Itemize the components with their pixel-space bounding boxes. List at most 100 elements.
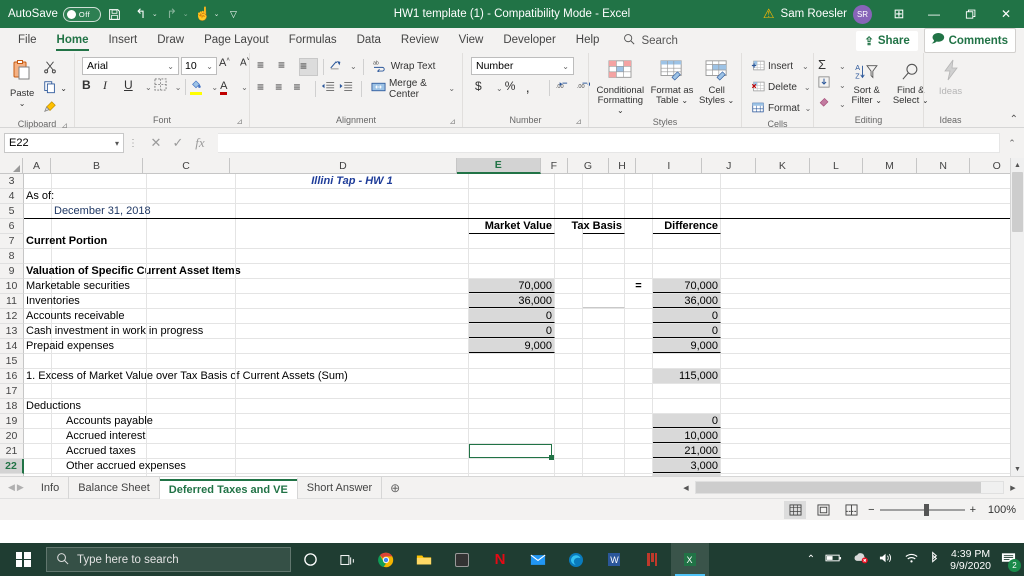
autosave-toggle[interactable]: AutoSave Off [8, 6, 101, 22]
column-header-j[interactable]: J [702, 158, 757, 174]
cell-A9[interactable]: Valuation of Specific Current Asset Item… [24, 264, 241, 278]
vertical-scrollbar[interactable]: ▲ ▼ [1010, 158, 1024, 476]
cell-H18[interactable] [625, 399, 653, 413]
cell-C15[interactable] [147, 354, 236, 368]
clear-button[interactable] [818, 95, 837, 113]
cell-B14[interactable] [52, 339, 147, 353]
tab-review[interactable]: Review [391, 28, 449, 53]
column-header-h[interactable]: H [608, 158, 637, 174]
underline-button[interactable]: U [124, 78, 143, 96]
save-icon[interactable] [103, 2, 127, 26]
row-header-5[interactable]: 5 [0, 204, 24, 219]
font-color-button[interactable]: A [220, 78, 239, 96]
cell-D22[interactable] [236, 459, 469, 473]
column-header-k[interactable]: K [756, 158, 810, 174]
cell-F21[interactable] [555, 444, 583, 458]
row-header-21[interactable]: 21 [0, 444, 24, 459]
zoom-in-button[interactable]: + [970, 504, 976, 516]
cell-I15[interactable] [653, 354, 721, 368]
autosave-switch[interactable]: Off [62, 6, 101, 22]
excel-icon[interactable]: X [671, 543, 709, 576]
delete-cells-dropdown-icon[interactable]: ⌄ [804, 83, 811, 92]
zoom-out-button[interactable]: − [868, 504, 874, 516]
conditional-formatting-dropdown-icon[interactable]: ⌄ [617, 106, 624, 115]
cell-I18[interactable] [653, 399, 721, 413]
number-dialog-launcher-icon[interactable]: ⊿ [575, 115, 582, 128]
cell-F8[interactable] [555, 249, 583, 263]
row-header-14[interactable]: 14 [0, 339, 24, 354]
cell-C9[interactable] [147, 264, 236, 278]
cell-G6[interactable]: Tax Basis [571, 219, 625, 234]
cell-F7[interactable] [555, 234, 583, 248]
search-input[interactable]: Search [623, 33, 678, 48]
scroll-up-icon[interactable]: ▲ [1011, 158, 1024, 172]
zoom-track[interactable] [879, 503, 965, 516]
row-header-9[interactable]: 9 [0, 264, 24, 279]
cell-F19[interactable] [555, 414, 583, 428]
cell-H12[interactable] [625, 309, 653, 323]
cell-B10[interactable] [52, 279, 147, 293]
netflix-icon[interactable]: N [481, 543, 519, 576]
cell-A12[interactable]: Accounts receivable [24, 309, 124, 323]
cell-F5[interactable] [555, 204, 583, 218]
accounting-dropdown-icon[interactable]: ⌄ [496, 84, 503, 93]
cell-D11[interactable] [236, 294, 469, 308]
cell-E14[interactable]: 9,000 [469, 339, 555, 353]
cell-B19[interactable]: Accounts payable [52, 414, 153, 428]
cell-G5[interactable] [583, 204, 625, 218]
cell-A18[interactable]: Deductions [24, 399, 81, 413]
cell-I5[interactable] [653, 204, 721, 218]
previous-sheet-icon[interactable]: ◀ [8, 482, 15, 493]
cell-C13[interactable] [147, 324, 236, 338]
row-header-12[interactable]: 12 [0, 309, 24, 324]
paste-dropdown-icon[interactable]: ⌄ [19, 99, 26, 108]
cell-D13[interactable] [236, 324, 469, 338]
cell-I3[interactable] [653, 174, 721, 188]
fill-color-dropdown-icon[interactable]: ⌄ [211, 83, 218, 92]
cell-G16[interactable] [583, 369, 625, 383]
taskbar-search-input[interactable]: Type here to search [46, 547, 291, 572]
cell-A17[interactable] [24, 384, 52, 398]
tab-page-layout[interactable]: Page Layout [194, 28, 279, 53]
wrap-text-button[interactable]: ab Wrap Text [370, 57, 439, 76]
cell-I4[interactable] [653, 189, 721, 203]
cell-C5[interactable] [147, 204, 236, 218]
number-format-select[interactable]: Number ⌄ [471, 57, 574, 75]
borders-dropdown-icon[interactable]: ⌄ [175, 83, 182, 92]
copy-dropdown-icon[interactable]: ⌄ [60, 84, 67, 93]
cell-E13[interactable]: 0 [469, 324, 555, 338]
cell-G15[interactable] [583, 354, 625, 368]
show-hidden-icons[interactable]: ⌃ [807, 554, 815, 565]
scroll-left-icon[interactable]: ◀ [679, 484, 693, 492]
cell-C17[interactable] [147, 384, 236, 398]
align-right-button[interactable]: ≡ [294, 80, 310, 98]
cell-H21[interactable] [625, 444, 653, 458]
cell-D18[interactable] [236, 399, 469, 413]
horizontal-scroll-thumb[interactable] [696, 482, 981, 493]
cell-A23[interactable]: 2. Total deductions [24, 474, 118, 476]
alignment-dialog-launcher-icon[interactable]: ⊿ [449, 115, 456, 128]
row-header-11[interactable]: 11 [0, 294, 24, 309]
cell-B3[interactable] [52, 174, 147, 188]
cell-H15[interactable] [625, 354, 653, 368]
cell-D5[interactable] [236, 204, 469, 218]
align-left-button[interactable]: ≡ [257, 80, 273, 98]
cell-F12[interactable] [555, 309, 583, 323]
clear-dropdown-icon[interactable]: ⌄ [839, 100, 846, 109]
cell-D19[interactable] [236, 414, 469, 428]
cell-D21[interactable] [236, 444, 469, 458]
column-header-g[interactable]: G [567, 158, 609, 174]
cell-H7[interactable] [625, 234, 653, 248]
row-header-4[interactable]: 4 [0, 189, 24, 204]
row-header-20[interactable]: 20 [0, 429, 24, 444]
cell-E3[interactable] [469, 174, 555, 188]
cell-I19[interactable]: 0 [653, 414, 721, 428]
cell-C16[interactable] [147, 369, 236, 383]
sheet-tab-info[interactable]: Info [32, 476, 70, 499]
row-header-18[interactable]: 18 [0, 399, 24, 414]
enter-formula-icon[interactable]: ✓ [168, 135, 188, 151]
underline-dropdown-icon[interactable]: ⌄ [145, 83, 152, 92]
row-header-13[interactable]: 13 [0, 324, 24, 339]
battery-icon[interactable] [825, 553, 842, 566]
cell-A8[interactable] [24, 249, 52, 263]
